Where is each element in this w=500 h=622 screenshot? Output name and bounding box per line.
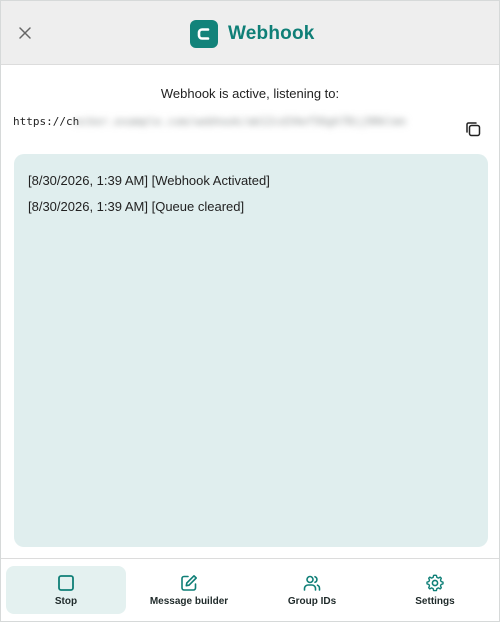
bottom-nav: Stop Message builder Group IDs Settings (1, 558, 499, 621)
log-line: [8/30/2026, 1:39 AM] [Webhook Activated] (28, 173, 270, 188)
webhook-window: Webhook Webhook is active, listening to:… (0, 0, 500, 622)
log-line: [8/30/2026, 1:39 AM] [Queue cleared] (28, 199, 245, 214)
nav-label: Group IDs (287, 596, 337, 607)
stop-icon (58, 575, 74, 591)
log-panel: [8/30/2026, 1:39 AM] [Webhook Activated]… (14, 154, 488, 547)
status-text: Webhook is active, listening to: (160, 86, 340, 101)
close-button[interactable] (11, 19, 39, 47)
nav-label: Settings (415, 596, 455, 607)
copy-icon (466, 122, 481, 137)
nav-message-builder-button[interactable]: Message builder (129, 566, 249, 614)
users-icon (303, 575, 321, 591)
webhook-url: https://ch ecker.example.com/webhook/ab1… (13, 113, 489, 131)
edit-icon (181, 575, 197, 591)
url-prefix: https://ch (13, 115, 80, 128)
page-title: Webhook (228, 23, 315, 44)
nav-stop-button[interactable]: Stop (6, 566, 126, 614)
c-logo-icon (190, 20, 218, 48)
header-bar: Webhook (1, 1, 499, 65)
nav-settings-button[interactable]: Settings (375, 566, 495, 614)
close-icon (19, 27, 31, 39)
nav-label: Stop (54, 596, 78, 607)
url-obscured: ecker.example.com/webhook/ab12cd34ef56gh… (75, 115, 407, 128)
gear-icon (426, 574, 444, 592)
copy-url-button[interactable] (462, 118, 484, 140)
brand: Webhook (190, 19, 315, 49)
nav-label: Message builder (149, 596, 229, 607)
nav-group-ids-button[interactable]: Group IDs (252, 566, 372, 614)
